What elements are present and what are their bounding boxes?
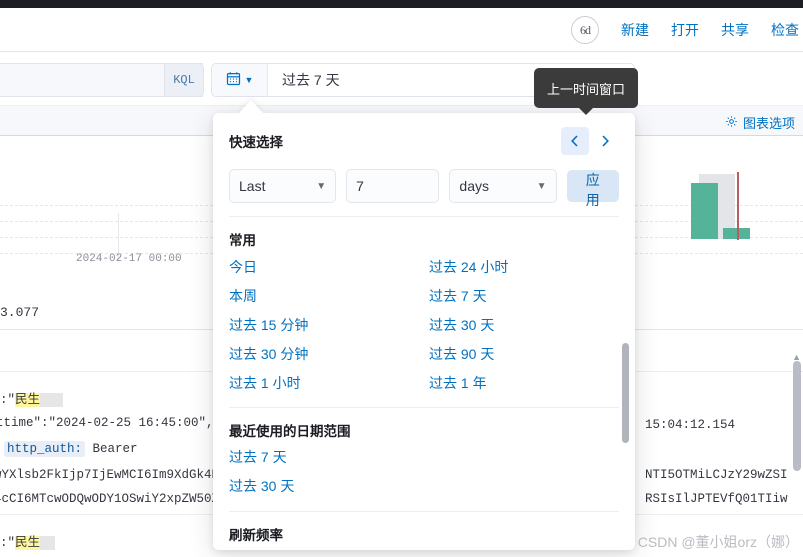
popup-arrow (238, 100, 264, 114)
tooltip: 上一时间窗口 (534, 68, 638, 115)
chart-options-link[interactable]: 图表选项 (725, 113, 795, 132)
quick-select-popover: 快速选择 Last ▼ 7 days ▼ 应用 常用 今日 过去 24 小时 本… (213, 113, 635, 550)
recent-range-last-30d[interactable]: 过去 30 天 (229, 476, 619, 496)
chart-bar[interactable] (691, 183, 718, 239)
common-range-last-90d[interactable]: 过去 90 天 (429, 344, 619, 364)
prev-time-window-button[interactable] (561, 127, 589, 155)
calendar-quick-select-button[interactable]: ▼ (212, 64, 268, 96)
log-line: 15:04:12.154 (645, 418, 736, 432)
log-text: :" (0, 536, 16, 550)
unit-select-value: days (459, 178, 489, 194)
apply-button[interactable]: 应用 (566, 170, 619, 208)
scroll-down-arrow[interactable] (627, 345, 630, 355)
common-range-last-1h[interactable]: 过去 1 小时 (229, 373, 419, 393)
log-highlight: 民生 (15, 536, 41, 550)
common-range-last-1y[interactable]: 过去 1 年 (429, 373, 619, 393)
direction-select-value: Last (239, 178, 266, 194)
log-line: ttime":"2024-02-25 16:45:00"," (0, 416, 222, 430)
nav-link-new[interactable]: 新建 (621, 20, 649, 40)
log-redacted (40, 536, 56, 550)
gear-icon (725, 115, 738, 131)
count-input-value: 7 (356, 178, 364, 194)
common-range-last-7d[interactable]: 过去 7 天 (429, 286, 619, 306)
glasses-icon-label: 6d (580, 22, 591, 37)
chevron-down-icon: ▼ (316, 180, 327, 192)
chart-marker-line (737, 172, 739, 240)
chart-options-label: 图表选项 (742, 116, 795, 131)
chevron-down-icon: ▼ (536, 180, 547, 192)
refresh-section-title: 刷新频率 (229, 528, 283, 543)
tooltip-text: 上一时间窗口 (546, 81, 625, 97)
nav-link-share[interactable]: 共享 (721, 20, 749, 40)
log-text: :" (0, 393, 16, 407)
query-language-badge[interactable]: KQL (164, 63, 204, 97)
watermark: CSDN @董小姐orz（娜） (637, 534, 799, 550)
nav-link-open[interactable]: 打开 (671, 20, 699, 40)
common-range-last-30d[interactable]: 过去 30 天 (429, 315, 619, 335)
common-section-title: 常用 (229, 233, 256, 248)
x-axis-tick-label: 2024-02-17 00:00 (76, 253, 182, 265)
calendar-icon (226, 71, 241, 89)
log-line: :"民生 (0, 388, 63, 407)
quick-select-title: 快速选择 (229, 135, 283, 150)
common-ranges-scrollbar[interactable] (622, 343, 629, 443)
log-line: wYXlsb2FkIjp7IjEwMCI6Im9XdGk4N (0, 468, 220, 482)
log-line: :"民生 (0, 531, 56, 550)
query-bar: KQL ▼ 过去 7 天 示日期 (0, 53, 803, 148)
nav-link-inspect[interactable]: 检查 (771, 20, 799, 40)
recent-ranges-list: 过去 7 天 过去 30 天 (213, 440, 635, 496)
recent-range-last-7d[interactable]: 过去 7 天 (229, 447, 619, 467)
log-redacted (40, 393, 63, 407)
direction-select[interactable]: Last ▼ (229, 169, 337, 203)
log-line: 4cCI6MTcwODQwODY1OSwiY2xpZW50X (0, 492, 220, 506)
next-time-window-button[interactable] (591, 127, 619, 155)
common-range-last-24h[interactable]: 过去 24 小时 (429, 257, 619, 277)
unit-select[interactable]: days ▼ (449, 169, 557, 203)
log-field-value: Bearer (85, 442, 138, 456)
glasses-icon: 6d (571, 16, 599, 44)
doc-table-scrollbar[interactable] (793, 361, 801, 471)
common-range-this-week[interactable]: 本周 (229, 286, 419, 306)
count-input[interactable]: 7 (346, 169, 440, 203)
log-highlight: 民生 (15, 393, 41, 407)
log-line: RSIsIlJPTEVfQ01TIiw (645, 492, 788, 506)
common-range-last-30m[interactable]: 过去 30 分钟 (229, 344, 419, 364)
log-field-name[interactable]: http_auth: (4, 441, 86, 457)
common-range-last-15m[interactable]: 过去 15 分钟 (229, 315, 419, 335)
log-line: NTI5OTMiLCJzY29wZSI (645, 468, 788, 482)
chevron-down-icon: ▼ (244, 75, 254, 85)
common-range-today[interactable]: 今日 (229, 257, 419, 277)
global-nav: 6d 新建 打开 共享 检查 (0, 8, 803, 52)
log-line: http_auth: Bearer (4, 441, 138, 457)
common-ranges-grid: 今日 过去 24 小时 本周 过去 7 天 过去 15 分钟 过去 30 天 过… (213, 249, 635, 393)
recent-section-title: 最近使用的日期范围 (229, 424, 351, 439)
window-top-strip (0, 0, 803, 8)
global-nav-links: 6d 新建 打开 共享 检查 (571, 8, 803, 52)
hits-count: 3.077 (0, 305, 40, 320)
